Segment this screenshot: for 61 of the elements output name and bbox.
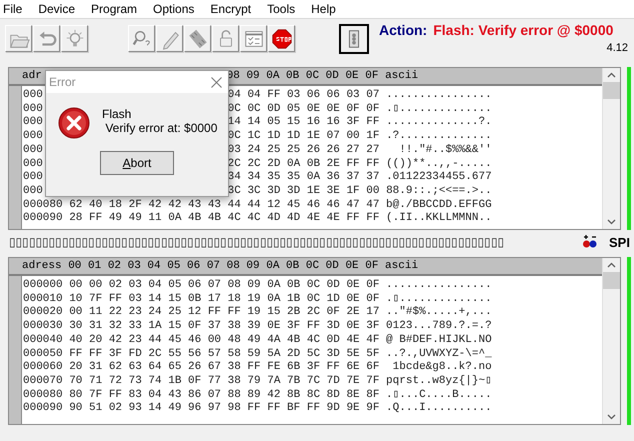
version-label: 4.12	[606, 42, 628, 54]
hex-row: 000	[23, 102, 43, 116]
hex-row: 000040 40 20 42 23 44 45 46 00 48 49 4A 4B 4C 0D 4E 4F @ B#DEF.HIJKL.NO	[23, 334, 492, 348]
hex-row-text: 000080 62 40 18 2F 42 42 43 43 44 44 12 45 46 46 47 47 b@./BBCCDD.EFFGG	[23, 198, 492, 212]
hex-row: 2C 2C 2D 0A 0B 2E FF FF (())**..,,-.....	[228, 158, 492, 172]
hex-row: 000	[23, 184, 43, 199]
scrollbar[interactable]	[602, 68, 620, 229]
checklist-button[interactable]	[240, 25, 267, 52]
menu-item[interactable]: Tools	[265, 2, 304, 16]
status-text: ▯▯▯▯▯▯▯▯▯▯▯▯▯▯▯▯▯▯▯▯▯▯▯▯▯▯▯▯▯▯▯▯▯▯▯▯▯▯▯▯▯▯▯▯▯▯▯▯▯▯▯▯▯▯▯▯▯▯▯▯▯▯▯▯▯▯▯▯▯▯▯▯▯▯▯	[9, 235, 506, 249]
scrollbar-thumb[interactable]	[603, 82, 620, 99]
hex-row: 000	[23, 158, 43, 172]
column-header: adr	[22, 69, 42, 83]
padlock-button[interactable]	[212, 25, 239, 52]
bulb-button[interactable]	[61, 25, 88, 52]
menu-item[interactable]: Encrypt	[208, 2, 260, 16]
dialog-title: Error	[49, 75, 76, 89]
hex-row: 14 14 05 15 16 16 3F FF ..............?.	[228, 116, 492, 130]
hex-row-text: 000050 FF FF 3F FD 2C 55 56 57 58 59 5A 2D 5C 3D 5E 5F ..?.,UVWXYZ-\=^_	[23, 348, 492, 361]
hex-row: 000090 28 FF 49 49 11 0A 4B 4B 4C 4C 4D 4D 4E 4E FF FF (.II..KKLLMMNN..	[23, 212, 492, 226]
menu-item[interactable]: File	[1, 2, 30, 16]
chip-button[interactable]	[184, 25, 211, 52]
polarity-dots-icon	[583, 235, 597, 249]
hex-row: 000000 00 00 02 03 04 05 06 07 08 09 0A 0B 0C 0D 0E 0F ................	[23, 279, 492, 293]
scrollbar-thumb[interactable]	[603, 272, 620, 289]
hex-row: 3C 3C 3D 3D 1E 3E 1F 00 88.9::.;<<==.>..	[228, 184, 492, 199]
hex-row: 000070 70 71 72 73 74 1B 0F 77 38 79 7A 7B 7C 7D 7E 7F pqrst..w8yz{|}~▯	[23, 374, 492, 389]
scrollbar[interactable]	[602, 258, 620, 424]
menu-item[interactable]: Help	[309, 2, 344, 16]
hex-row: 000020 00 11 22 23 24 25 12 FF FF 19 15 2B 2C 0F 2E 17 .."#$%.....+,...	[23, 306, 492, 320]
hex-row: 34 34 35 35 0A 36 37 37 .01122334455.677	[228, 171, 492, 185]
folder-button[interactable]	[5, 25, 32, 52]
hex-row: 000090 90 51 02 93 14 49 96 97 98 FF FF BF FF 9D 9E 9F .Q...I..........	[23, 402, 492, 416]
hex-row: 000	[23, 130, 43, 144]
hex-row: 000030 30 31 32 33 1A 15 0F 37 38 39 0E 3F FF 3D 0E 3F 0123...789.?.=.?	[23, 320, 492, 334]
pen-button[interactable]	[156, 25, 183, 52]
abort-button[interactable]: Abort	[100, 151, 174, 175]
stop-sign-icon	[270, 28, 292, 50]
hex-row: 000	[23, 171, 43, 185]
hex-row: 000080 80 7F FF 83 04 43 86 07 88 89 42 8B 8C 8D 8E 8F .▯...C....B.....	[23, 388, 492, 402]
hex-row: 000	[23, 144, 43, 158]
menu-item[interactable]: Program	[89, 2, 146, 16]
hex-row-text: 000010 10 7F FF 03 14 15 0B 17 18 19 0A 1B 0C 1D 0E 0F .▯..............	[23, 292, 492, 306]
hex-row: 000	[23, 116, 43, 130]
action-message: Flash: Verify error @ $0000	[433, 22, 614, 38]
menu-item[interactable]: Device	[36, 2, 84, 16]
hex-row: 000060 20 31 62 63 64 65 26 67 38 FF FE 6B 3F FF 6E 6F 1bcde&g8..k?.no	[23, 361, 492, 375]
device-button[interactable]	[339, 24, 369, 54]
action-label: Action:	[379, 22, 428, 38]
stop-sign-button[interactable]	[268, 25, 295, 52]
protocol-label: SPI	[609, 234, 630, 250]
undo-arrow-button[interactable]	[33, 25, 60, 52]
column-header: adress 00 01 02 03 04 05 06 07 08 09 0A 0B 0C 0D 0E 0F ascii	[22, 259, 418, 273]
dialog-message: Verify error at: $0000	[104, 121, 218, 135]
menu-item[interactable]: Options	[151, 2, 202, 16]
chip-icon	[186, 28, 208, 50]
error-icon	[58, 107, 90, 139]
magnifier-button[interactable]	[128, 25, 155, 52]
close-icon[interactable]	[211, 76, 222, 88]
dialog-heading: Flash	[102, 107, 132, 121]
hex-row: 000	[23, 89, 43, 103]
